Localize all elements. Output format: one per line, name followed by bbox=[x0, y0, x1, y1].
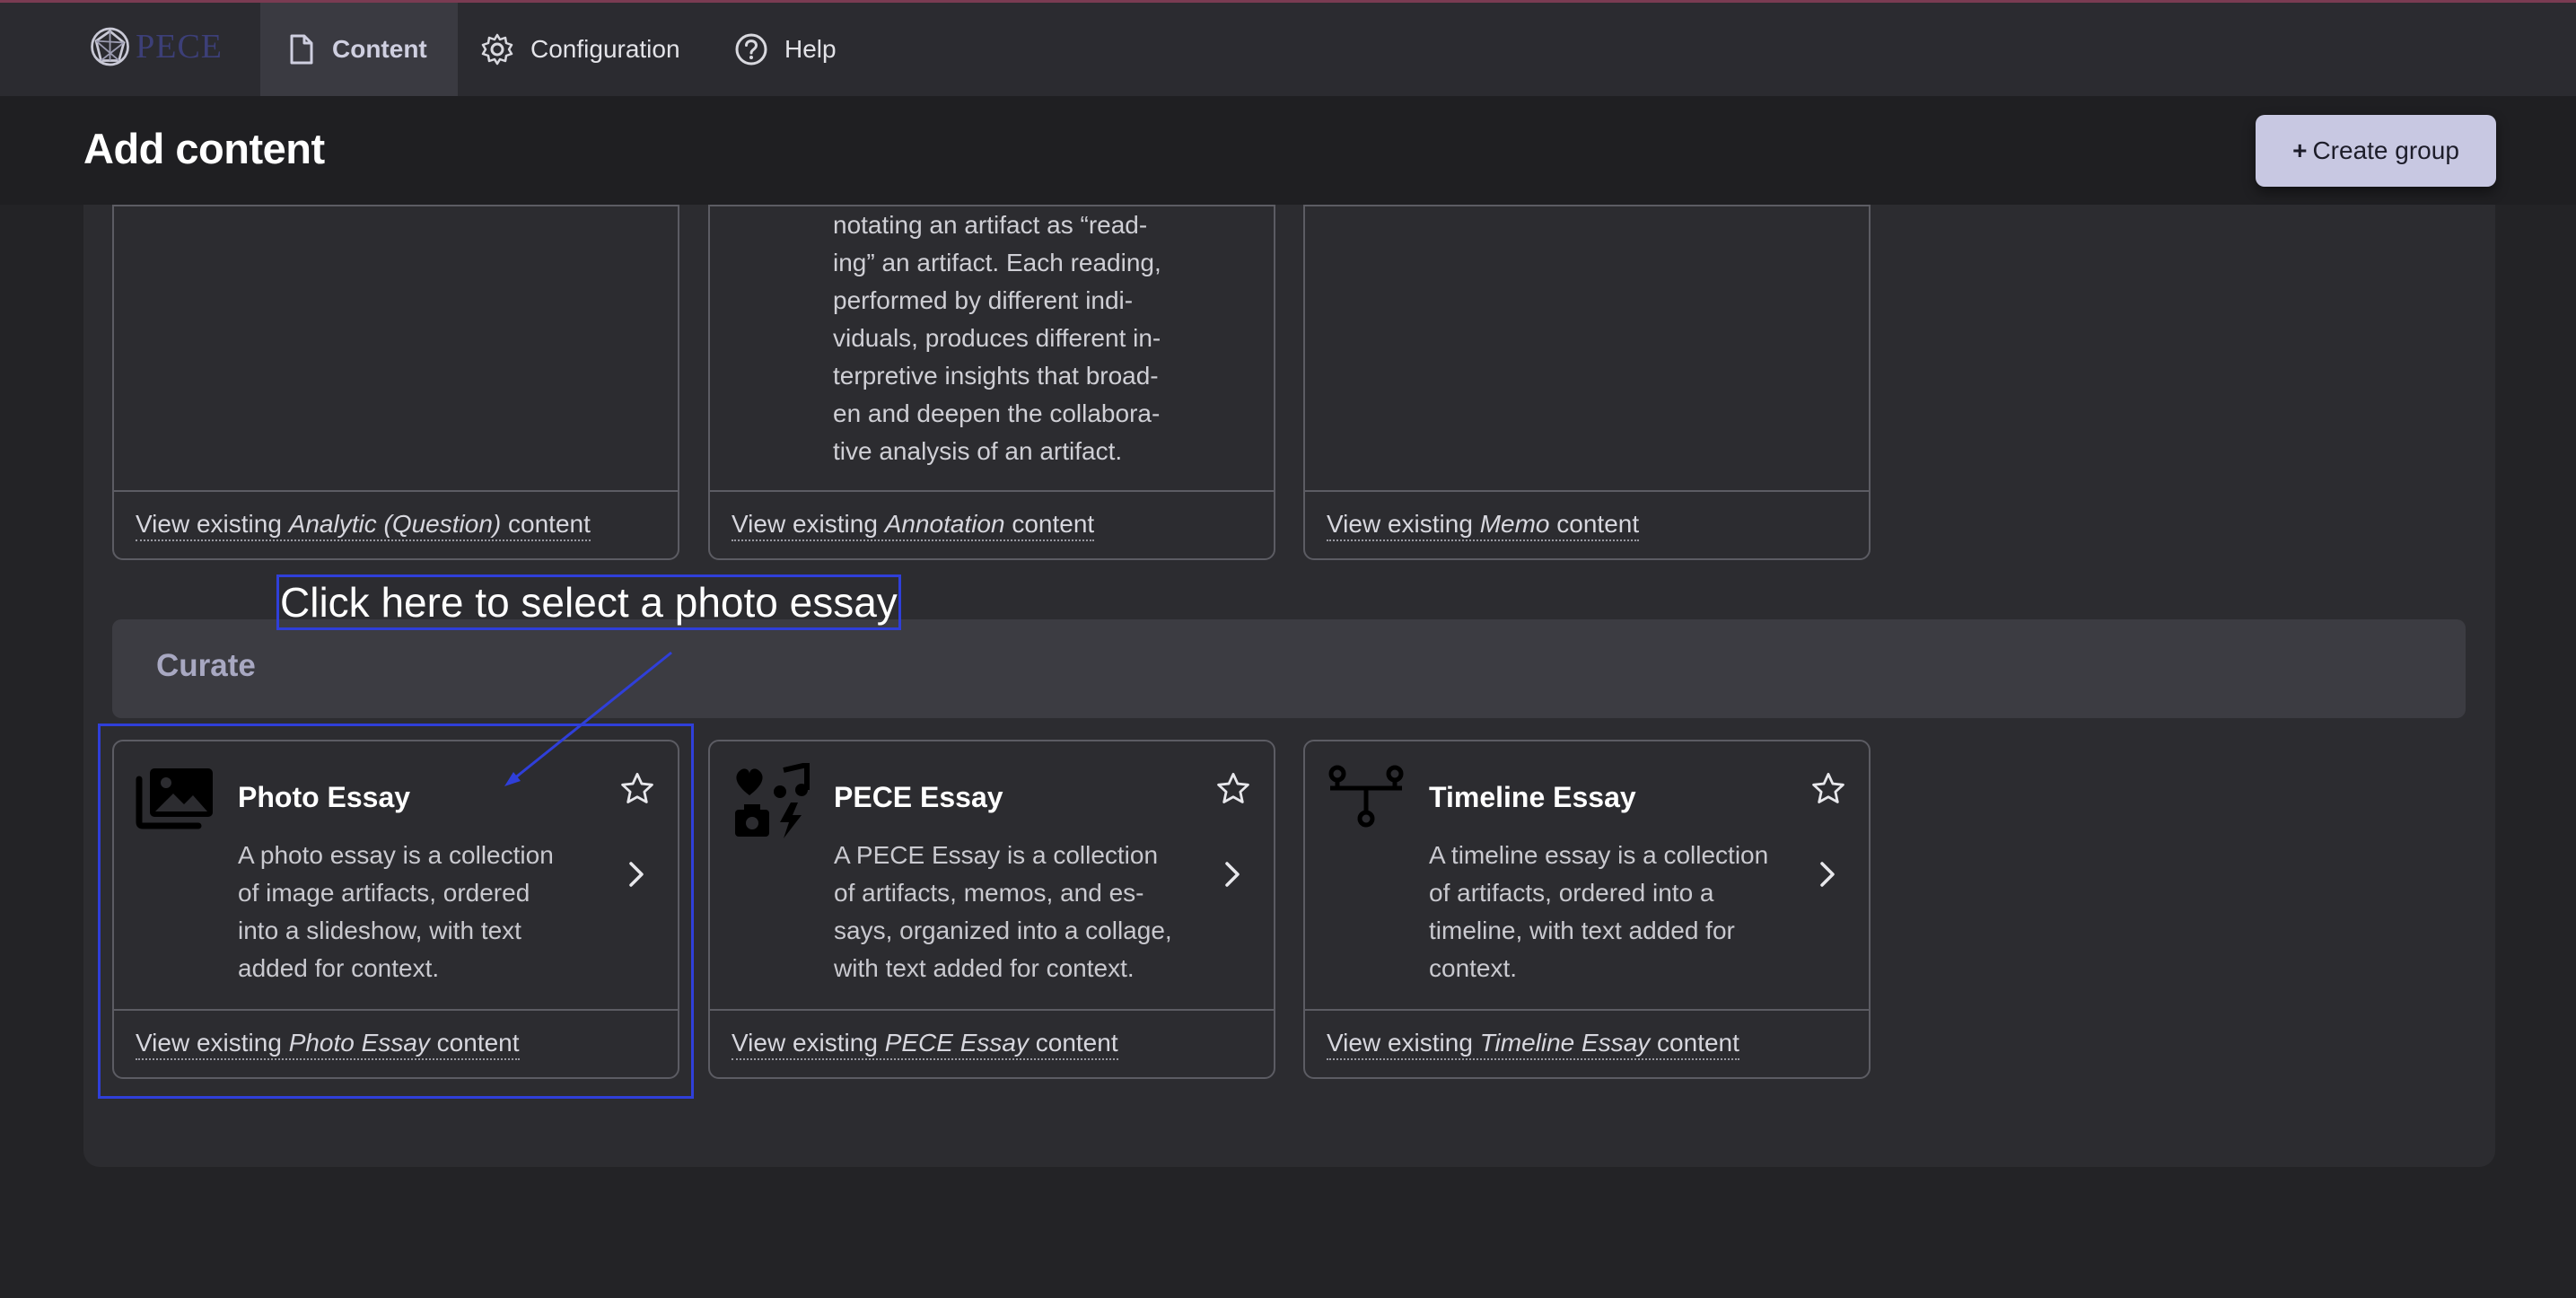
plus-icon: + bbox=[2292, 136, 2308, 164]
curate-section-header bbox=[112, 619, 2466, 718]
pece-logo[interactable]: PECE bbox=[88, 22, 223, 71]
document-icon bbox=[290, 34, 313, 65]
nav-content[interactable]: Content bbox=[260, 3, 458, 96]
nav-configuration-label: Configuration bbox=[530, 35, 680, 63]
view-existing-timeline-essay-link[interactable]: View existing Timeline Essay content bbox=[1327, 1028, 1739, 1060]
chevron-right-icon[interactable] bbox=[1815, 858, 1840, 890]
tutorial-tip-text: Click here to select a photo essay bbox=[280, 579, 898, 626]
page-header bbox=[0, 96, 2576, 205]
view-existing-annotation-link[interactable]: View existing Annotation content bbox=[732, 509, 1095, 541]
tutorial-highlight-frame bbox=[98, 724, 694, 1099]
logo-emblem-icon bbox=[91, 27, 129, 66]
nav-content-label: Content bbox=[332, 35, 427, 63]
card-timeline-essay[interactable]: Timeline Essay A timeline essay is a col… bbox=[1303, 740, 1871, 1079]
chevron-right-icon[interactable] bbox=[1220, 858, 1245, 890]
card-footer: View existing Memo content bbox=[1305, 490, 1869, 558]
card-footer: View existing Annotation content bbox=[710, 490, 1274, 558]
card-annotation: notating an artifact as “read- ing” an a… bbox=[708, 205, 1275, 560]
card-description: notating an artifact as “read- ing” an a… bbox=[833, 211, 1161, 465]
view-existing-pece-essay-link[interactable]: View existing PECE Essay content bbox=[732, 1028, 1118, 1060]
logo-text: PECE bbox=[136, 28, 223, 66]
card-footer: View existing Analytic (Question) conten… bbox=[114, 490, 678, 558]
card-description: A PECE Essay is a collection of artifact… bbox=[834, 841, 1172, 982]
create-group-button[interactable]: + Create group bbox=[2256, 115, 2496, 187]
card-memo: View existing Memo content bbox=[1303, 205, 1871, 560]
nav-configuration[interactable]: Configuration bbox=[480, 3, 714, 96]
multimedia-icon bbox=[735, 763, 810, 838]
card-pece-essay[interactable]: PECE Essay A PECE Essay is a collection … bbox=[708, 740, 1275, 1079]
view-existing-memo-link[interactable]: View existing Memo content bbox=[1327, 509, 1640, 541]
card-analytic-question: View existing Analytic (Question) conten… bbox=[112, 205, 679, 560]
page-title: Add content bbox=[83, 125, 325, 172]
nav-help[interactable]: Help bbox=[734, 3, 887, 96]
card-title: PECE Essay bbox=[834, 781, 1003, 813]
card-footer: View existing PECE Essay content bbox=[710, 1009, 1274, 1077]
timeline-icon bbox=[1328, 765, 1404, 828]
card-footer: View existing Timeline Essay content bbox=[1305, 1009, 1869, 1077]
view-existing-analytic-link[interactable]: View existing Analytic (Question) conten… bbox=[136, 509, 591, 541]
card-description: A timeline essay is a collection of arti… bbox=[1429, 841, 1769, 982]
star-icon[interactable] bbox=[1809, 770, 1847, 808]
help-icon bbox=[735, 33, 767, 66]
card-title: Timeline Essay bbox=[1429, 781, 1636, 813]
curate-section-title: Curate bbox=[156, 648, 256, 683]
gear-icon bbox=[481, 33, 513, 66]
nav-help-label: Help bbox=[784, 35, 837, 63]
create-group-label: Create group bbox=[2312, 136, 2459, 164]
star-icon[interactable] bbox=[1214, 770, 1252, 808]
top-toolbar: PECE Content Configuration Help bbox=[0, 3, 2576, 96]
